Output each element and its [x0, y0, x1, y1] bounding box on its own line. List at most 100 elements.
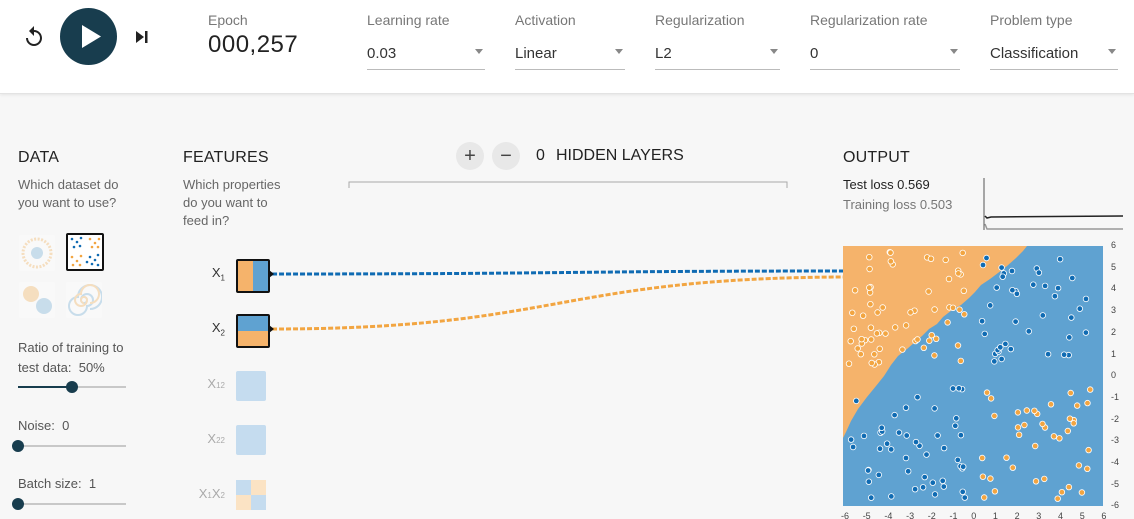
- link-x1-output[interactable]: [271, 269, 845, 276]
- data-point: [1075, 462, 1083, 469]
- data-point: [857, 350, 864, 358]
- add-layer-button[interactable]: +: [456, 142, 484, 170]
- noise-value: 0: [62, 418, 70, 433]
- y-axis-tick: 6: [1111, 240, 1117, 250]
- ratio-value: 50%: [78, 360, 105, 375]
- y-axis-tick: 5: [1111, 261, 1117, 272]
- problem-type-select[interactable]: Classification: [990, 36, 1118, 70]
- data-point: [892, 324, 899, 331]
- data-point: [926, 337, 933, 344]
- top-control-bar: Epoch 000,257 Learning rate 0.03 Activat…: [0, 0, 1134, 94]
- network-links: [269, 269, 845, 333]
- dataset-xor[interactable]: [66, 233, 104, 271]
- ratio-slider-handle[interactable]: [66, 381, 78, 393]
- data-point: [853, 397, 860, 405]
- x-axis-tick: 3: [1036, 511, 1042, 519]
- y-axis-tick: 0: [1111, 370, 1117, 381]
- x-axis-tick: 5: [1079, 511, 1085, 519]
- feature-x2-squared[interactable]: [236, 425, 266, 455]
- test-loss-line: [984, 215, 1123, 219]
- play-button[interactable]: [60, 8, 117, 65]
- data-point: [903, 432, 910, 439]
- regularization-rate-select[interactable]: 0: [810, 36, 960, 70]
- data-point: [868, 494, 875, 501]
- batch-size-slider-handle[interactable]: [12, 498, 24, 510]
- data-point: [868, 336, 875, 343]
- data-point: [859, 312, 867, 319]
- dataset-circle[interactable]: [19, 235, 55, 271]
- epoch-counter: 000,257: [208, 31, 299, 58]
- data-point: [854, 345, 861, 352]
- activation-select[interactable]: Linear: [515, 36, 625, 70]
- noise-slider[interactable]: [12, 440, 126, 452]
- data-point: [1039, 312, 1046, 319]
- data-point: [998, 264, 1005, 271]
- data-point: [864, 467, 872, 474]
- data-point: [1054, 284, 1062, 292]
- feature-x1-heatmap: [238, 261, 268, 291]
- learning-rate-select[interactable]: 0.03: [367, 36, 485, 70]
- data-point: [914, 336, 921, 343]
- data-point: [1082, 329, 1090, 336]
- feature-x1[interactable]: [236, 259, 270, 293]
- data-point: [1002, 340, 1009, 348]
- data-point: [876, 345, 883, 352]
- data-point: [888, 493, 895, 500]
- data-point: [940, 483, 947, 490]
- noise-slider-handle[interactable]: [12, 440, 24, 452]
- step-forward-icon[interactable]: [131, 25, 153, 49]
- feature-label-x2-squared: X22: [207, 431, 225, 446]
- regularization-value: L2: [655, 45, 672, 62]
- xor-dataset-icon: [68, 235, 102, 269]
- data-point: [980, 494, 988, 501]
- y-axis-tick: 4: [1111, 283, 1117, 294]
- ratio-slider[interactable]: [18, 381, 126, 393]
- x-axis-tick: 0: [971, 511, 977, 519]
- feature-x1-squared[interactable]: [236, 371, 266, 401]
- data-point: [923, 451, 930, 458]
- output-title: OUTPUT: [843, 149, 910, 166]
- data-point: [1066, 415, 1074, 422]
- data-point: [851, 287, 859, 294]
- batch-size-slider[interactable]: [12, 498, 126, 510]
- data-point: [991, 358, 998, 365]
- data-point: [1066, 334, 1073, 341]
- remove-layer-button[interactable]: −: [492, 142, 520, 170]
- data-point: [931, 491, 939, 498]
- data-point: [914, 393, 921, 401]
- dataset-spiral[interactable]: [66, 282, 102, 318]
- feature-x2-heatmap: [238, 316, 268, 346]
- y-axis-tick: 2: [1111, 326, 1117, 337]
- data-point: [874, 309, 881, 316]
- data-point: [1030, 281, 1037, 288]
- data-point: [957, 431, 965, 439]
- data-point: [895, 429, 903, 436]
- y-axis-tick: 3: [1111, 305, 1117, 316]
- dataset-gaussian[interactable]: [19, 282, 55, 318]
- data-point: [849, 443, 857, 451]
- caret-down-icon: [1108, 49, 1116, 54]
- data-desc-line: you want to use?: [18, 195, 117, 210]
- feature-label-x1x2: X1X2: [198, 486, 225, 501]
- data-point: [978, 317, 986, 325]
- link-x2-output[interactable]: [271, 275, 845, 331]
- output-heatmap[interactable]: [843, 246, 1103, 506]
- feature-x1x2[interactable]: [236, 480, 266, 510]
- link-x1-arrow-icon: [269, 270, 274, 278]
- data-point: [850, 325, 857, 332]
- data-point: [953, 415, 960, 422]
- problem-type-label: Problem type: [990, 12, 1073, 28]
- regularization-select[interactable]: L2: [655, 36, 780, 70]
- x-axis-tick: -6: [841, 511, 850, 519]
- data-point: [1084, 465, 1091, 472]
- caret-down-icon: [615, 49, 623, 54]
- reset-icon[interactable]: [22, 25, 46, 49]
- data-point: [1023, 407, 1030, 414]
- data-point: [954, 342, 962, 349]
- data-point: [939, 477, 946, 484]
- x-axis-tick: -4: [884, 511, 893, 519]
- features-desc-line: Which properties: [183, 177, 281, 192]
- feature-x2[interactable]: [236, 314, 270, 348]
- data-point: [999, 273, 1006, 280]
- link-x2-arrow-icon: [269, 325, 274, 333]
